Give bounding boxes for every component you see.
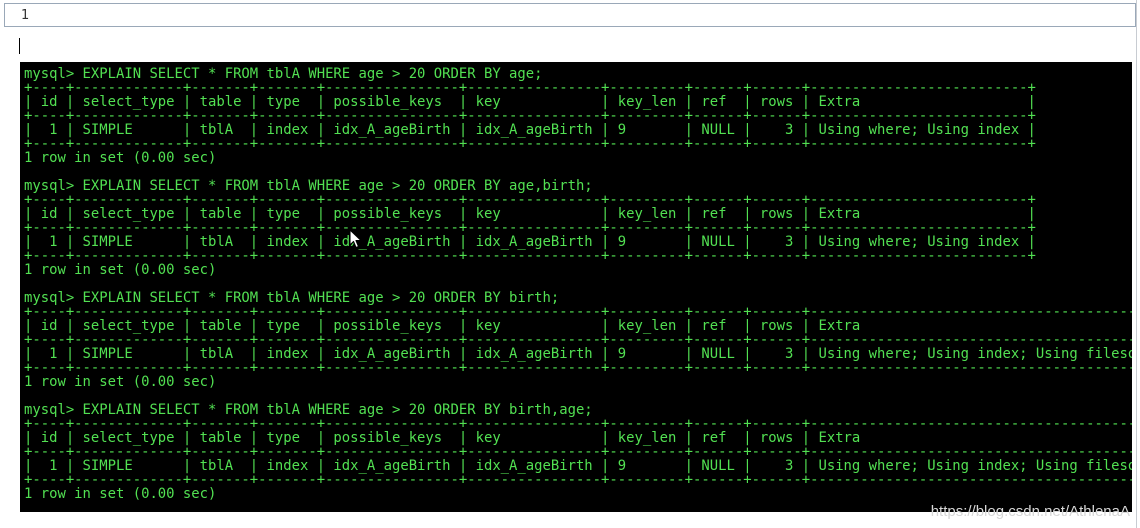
mysql-terminal-screenshot: mysql> EXPLAIN SELECT * FROM tblA WHERE … (20, 62, 1132, 512)
text-caret (19, 38, 20, 54)
watermark-text: https://blog.csdn.net/AthlenaA (930, 503, 1130, 520)
mouse-pointer-icon (349, 229, 362, 249)
terminal-output: mysql> EXPLAIN SELECT * FROM tblA WHERE … (24, 66, 1132, 502)
editor-area[interactable]: 1 (0, 0, 1140, 60)
first-line-value: 1 (21, 8, 30, 23)
window-border (1136, 0, 1137, 528)
editor-first-line[interactable]: 1 (4, 3, 1136, 27)
